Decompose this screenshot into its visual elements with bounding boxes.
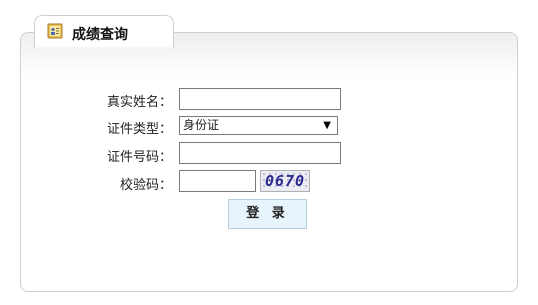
- id-card-icon: [47, 23, 63, 39]
- captcha-image[interactable]: 0670: [260, 170, 310, 192]
- captcha-label: 校验码：: [119, 178, 172, 193]
- name-input[interactable]: [179, 88, 341, 110]
- panel-title: 成绩查询: [72, 27, 128, 43]
- id-type-label: 证件类型：: [106, 122, 172, 137]
- id-type-value: 身份证: [183, 118, 220, 132]
- login-button[interactable]: 登 录: [228, 199, 307, 229]
- id-number-label: 证件号码：: [106, 150, 172, 165]
- name-label: 真实姓名：: [106, 95, 172, 110]
- dropdown-arrow-icon: ▼: [323, 120, 331, 131]
- tab-divider-cover: [35, 47, 173, 51]
- captcha-input[interactable]: [179, 170, 256, 192]
- id-type-select[interactable]: 身份证 ▼: [179, 116, 338, 135]
- id-number-input[interactable]: [179, 142, 341, 164]
